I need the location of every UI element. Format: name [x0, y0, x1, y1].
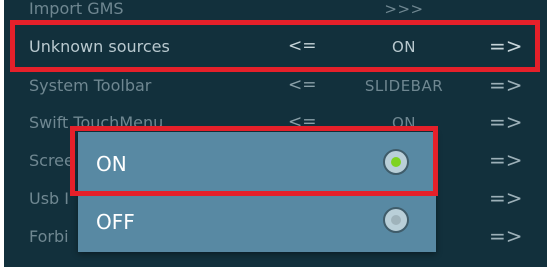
decrease-arrow-button[interactable]: <= — [288, 75, 317, 95]
increase-arrow-button[interactable]: => — [489, 148, 523, 172]
setting-label: Usb I — [29, 189, 70, 208]
increase-arrow-button[interactable]: => — [489, 186, 523, 210]
setting-label: System Toolbar — [29, 76, 152, 95]
radio-dot-icon — [391, 215, 401, 225]
setting-label: Import GMS — [29, 0, 124, 18]
setting-label: Forbi — [29, 227, 69, 246]
setting-label: Scree — [29, 151, 74, 170]
setting-value: SLIDEBAR — [364, 77, 444, 95]
highlight-box-unknown-sources — [10, 20, 540, 72]
radio-unselected-icon[interactable] — [383, 207, 409, 233]
increase-arrow-button[interactable]: => — [489, 73, 523, 97]
settings-row-system-toolbar[interactable]: System Toolbar <= SLIDEBAR => — [4, 67, 547, 103]
option-label: OFF — [96, 210, 135, 234]
highlight-box-on-option — [70, 126, 438, 196]
increase-arrow-button[interactable]: => — [489, 224, 523, 248]
setting-value: >>> — [384, 0, 424, 18]
increase-arrow-button[interactable]: => — [489, 110, 523, 134]
option-off[interactable]: OFF — [78, 194, 436, 250]
